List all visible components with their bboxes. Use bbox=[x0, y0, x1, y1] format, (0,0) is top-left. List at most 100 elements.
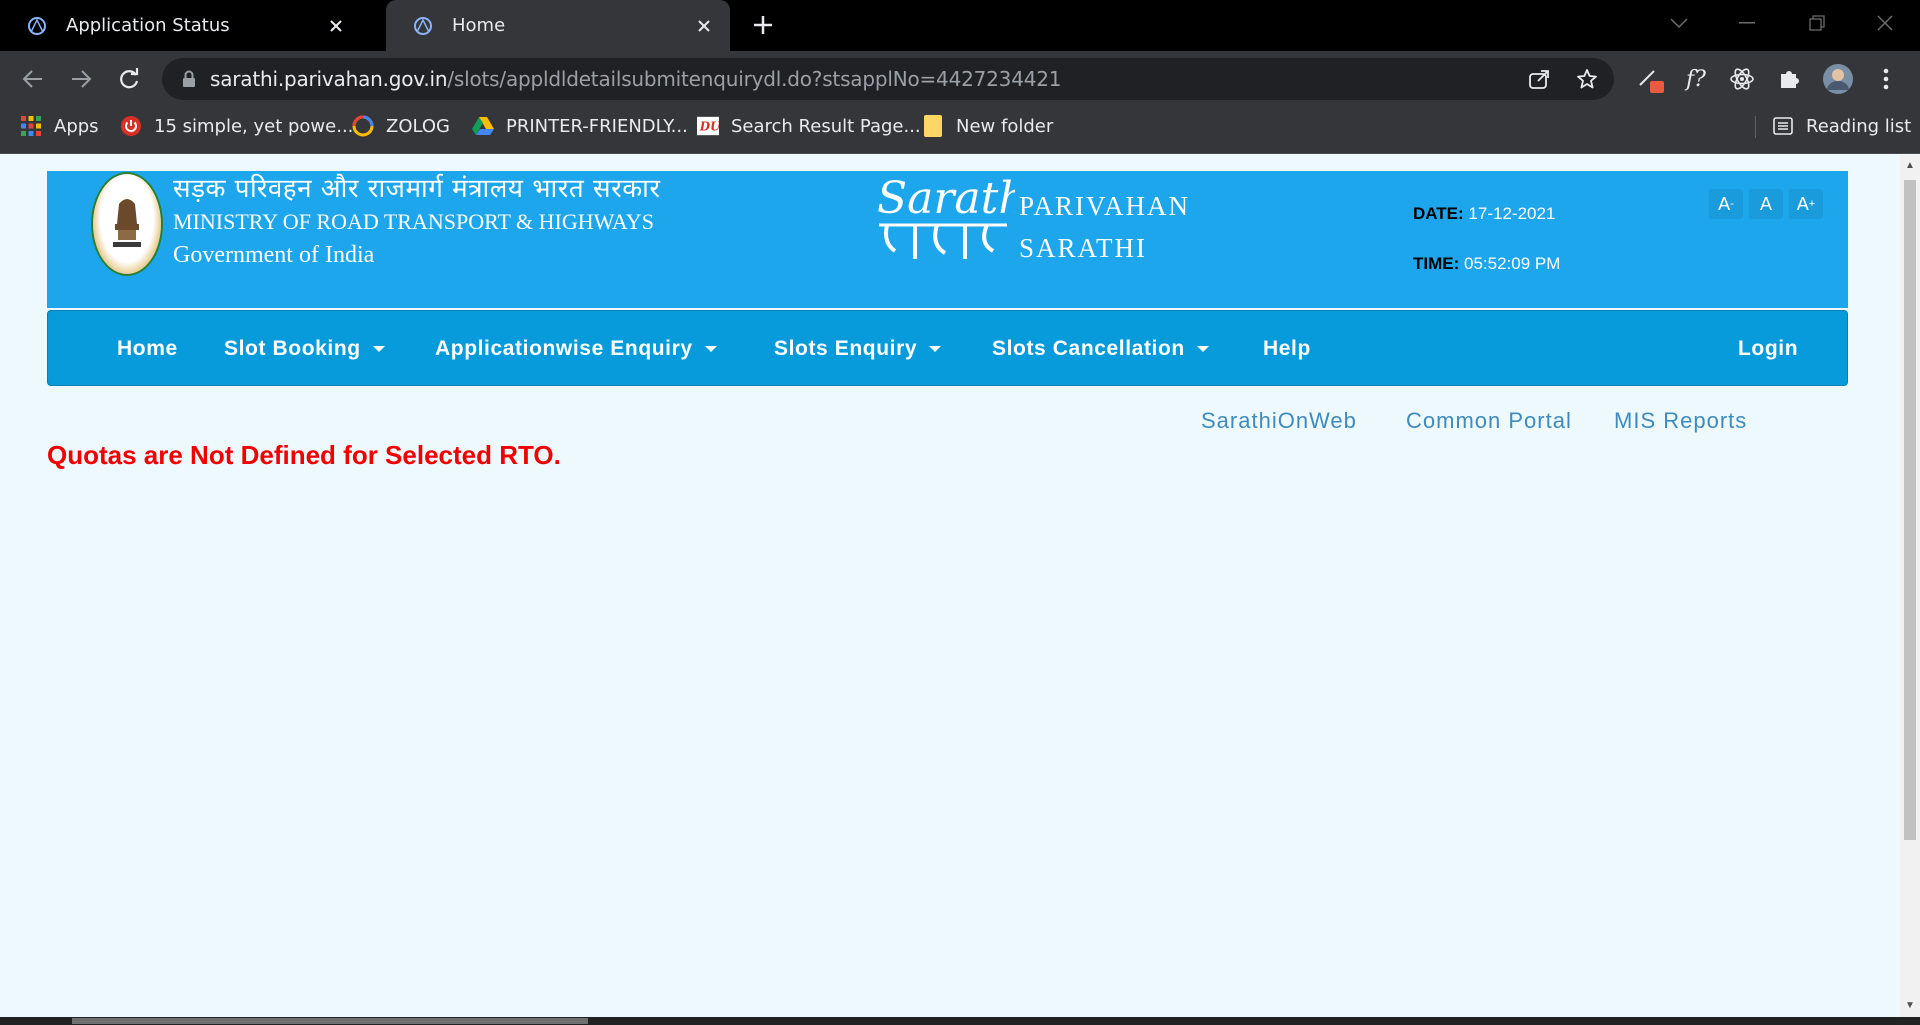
nav-help[interactable]: Help bbox=[1263, 311, 1311, 387]
scroll-down-icon[interactable]: ▼ bbox=[1905, 1001, 1915, 1011]
zolog-icon bbox=[352, 115, 374, 137]
emblem-favicon-icon bbox=[414, 16, 432, 35]
page-content: सड़क परिवहन और राजमार्ग मंत्रालय भारत सर… bbox=[0, 155, 1900, 1017]
tab-title: Home bbox=[452, 15, 506, 36]
scrollbar-thumb[interactable] bbox=[1904, 180, 1916, 840]
bookmark-star-icon[interactable] bbox=[1574, 66, 1600, 92]
nav-slots-cancellation[interactable]: Slots Cancellation bbox=[992, 311, 1209, 387]
date-label: DATE: bbox=[1413, 204, 1464, 223]
bookmark-label: Search Result Page... bbox=[731, 115, 921, 137]
sarathi-logo: Sarathi bbox=[875, 173, 1041, 268]
power-icon bbox=[120, 115, 142, 137]
date-row: DATE: 17-12-2021 bbox=[1413, 189, 1560, 239]
nav-slots-cancellation-label: Slots Cancellation bbox=[992, 337, 1185, 360]
bookmarks-bar: Apps 15 simple, yet powe... ZOLOG PRINTE… bbox=[0, 106, 1920, 154]
nav-home[interactable]: Home bbox=[117, 311, 178, 387]
tab-search-icon[interactable] bbox=[1662, 8, 1696, 38]
new-tab-icon[interactable] bbox=[748, 10, 778, 40]
brand-parivahan: PARIVAHAN bbox=[1019, 191, 1191, 221]
link-common-portal[interactable]: Common Portal bbox=[1406, 408, 1572, 434]
emblem-favicon-icon bbox=[28, 16, 46, 35]
nav-slot-booking[interactable]: Slot Booking bbox=[224, 311, 385, 387]
back-icon[interactable] bbox=[16, 62, 50, 96]
bookmark-15-simple[interactable]: 15 simple, yet powe... bbox=[120, 106, 353, 146]
date-value: 17-12-2021 bbox=[1468, 204, 1556, 223]
browser-toolbar: sarathi.parivahan.gov.in/slots/appldldet… bbox=[0, 51, 1920, 106]
bookmark-label: 15 simple, yet powe... bbox=[154, 115, 354, 137]
reading-list-label: Reading list bbox=[1806, 115, 1912, 137]
reading-list-button[interactable]: Reading list bbox=[1772, 106, 1911, 146]
du-icon: DU bbox=[697, 115, 719, 137]
nav-login[interactable]: Login bbox=[1738, 311, 1798, 387]
lock-icon[interactable] bbox=[182, 70, 196, 88]
folder-icon bbox=[922, 115, 944, 137]
scroll-up-icon[interactable]: ▲ bbox=[1905, 161, 1915, 171]
time-row: TIME: 05:52:09 PM bbox=[1413, 239, 1560, 289]
time-label: TIME: bbox=[1413, 254, 1460, 273]
ministry-title: MINISTRY OF ROAD TRANSPORT & HIGHWAYS bbox=[173, 209, 654, 234]
government-title: Government of India bbox=[173, 242, 375, 268]
font-increase-button[interactable]: A + bbox=[1789, 189, 1823, 219]
vertical-scrollbar[interactable]: ▲ ▼ bbox=[1900, 155, 1920, 1017]
horizontal-scrollbar-thumb[interactable] bbox=[72, 1018, 588, 1024]
nav-slots-enquiry[interactable]: Slots Enquiry bbox=[774, 311, 942, 387]
font-decrease-button[interactable]: A- bbox=[1709, 189, 1743, 219]
tab-home[interactable]: Home bbox=[386, 0, 730, 51]
drive-icon bbox=[472, 115, 494, 137]
font-reset-button[interactable]: A bbox=[1749, 189, 1783, 219]
apps-grid-icon bbox=[20, 115, 42, 137]
national-emblem-icon bbox=[93, 174, 161, 274]
tab-application-status[interactable]: Application Status bbox=[0, 0, 362, 51]
tab-title: Application Status bbox=[66, 15, 230, 36]
ministry-block: सड़क परिवहन और राजमार्ग मंत्रालय भारत सर… bbox=[173, 173, 661, 271]
close-tab-icon[interactable] bbox=[324, 14, 348, 38]
nav-slots-enquiry-label: Slots Enquiry bbox=[774, 337, 918, 360]
close-tab-icon[interactable] bbox=[692, 14, 716, 38]
react-devtools-icon[interactable] bbox=[1726, 63, 1758, 95]
nav-applicationwise-enquiry-label: Applicationwise Enquiry bbox=[435, 337, 693, 360]
address-bar[interactable]: sarathi.parivahan.gov.in/slots/appldldet… bbox=[162, 58, 1614, 100]
brand-block: PARIVAHAN SARATHI bbox=[1019, 185, 1190, 269]
minimize-icon[interactable] bbox=[1730, 8, 1764, 38]
pen-extension-icon[interactable] bbox=[1634, 63, 1666, 95]
caret-down-icon bbox=[704, 346, 717, 352]
bookmark-label: Apps bbox=[54, 115, 99, 137]
tab-strip: Application Status Home bbox=[0, 0, 1920, 51]
nav-slot-booking-label: Slot Booking bbox=[224, 337, 361, 360]
link-mis-reports[interactable]: MIS Reports bbox=[1614, 408, 1747, 434]
site-header: सड़क परिवहन और राजमार्ग मंत्रालय भारत सर… bbox=[47, 171, 1848, 308]
link-sarathionweb[interactable]: SarathiOnWeb bbox=[1201, 408, 1357, 434]
date-time-block: DATE: 17-12-2021 TIME: 05:52:09 PM bbox=[1413, 189, 1560, 289]
bookmark-zolog[interactable]: ZOLOG bbox=[352, 106, 450, 146]
restore-icon[interactable] bbox=[1800, 8, 1834, 38]
nav-help-label: Help bbox=[1263, 337, 1311, 360]
caret-down-icon bbox=[929, 346, 942, 352]
share-icon[interactable] bbox=[1526, 66, 1552, 92]
bookmark-label: PRINTER-FRIENDLY... bbox=[506, 115, 688, 137]
extensions-puzzle-icon[interactable] bbox=[1774, 63, 1806, 95]
reading-list-icon bbox=[1772, 115, 1794, 137]
menu-kebab-icon[interactable] bbox=[1870, 63, 1902, 95]
forward-icon[interactable] bbox=[64, 62, 98, 96]
brand-sarathi: SARATHI bbox=[1019, 233, 1148, 263]
close-window-icon[interactable] bbox=[1868, 8, 1902, 38]
nav-home-label: Home bbox=[117, 337, 178, 360]
formula-extension-icon[interactable]: f? bbox=[1680, 63, 1712, 95]
time-value: 05:52:09 PM bbox=[1464, 254, 1561, 273]
bookmark-apps[interactable]: Apps bbox=[20, 106, 99, 146]
bookmark-search-result[interactable]: DU Search Result Page... bbox=[697, 106, 921, 146]
bookmark-new-folder[interactable]: New folder bbox=[922, 106, 1053, 146]
profile-avatar-icon[interactable] bbox=[1822, 63, 1854, 95]
bookmark-printer-friendly[interactable]: PRINTER-FRIENDLY... bbox=[472, 106, 688, 146]
url-text[interactable]: sarathi.parivahan.gov.in/slots/appldldet… bbox=[210, 67, 1061, 91]
error-message: Quotas are Not Defined for Selected RTO. bbox=[47, 440, 561, 470]
nav-login-label: Login bbox=[1738, 337, 1799, 360]
bookmark-label: ZOLOG bbox=[386, 115, 451, 137]
horizontal-scrollbar[interactable] bbox=[0, 1017, 1920, 1025]
caret-down-icon bbox=[372, 346, 385, 352]
hindi-ministry-title: सड़क परिवहन और राजमार्ग मंत्रालय भारत सर… bbox=[173, 174, 661, 204]
bookmark-label: New folder bbox=[956, 115, 1054, 137]
bookmarks-divider bbox=[1755, 116, 1756, 138]
reload-icon[interactable] bbox=[112, 62, 146, 96]
nav-applicationwise-enquiry[interactable]: Applicationwise Enquiry bbox=[435, 311, 717, 387]
